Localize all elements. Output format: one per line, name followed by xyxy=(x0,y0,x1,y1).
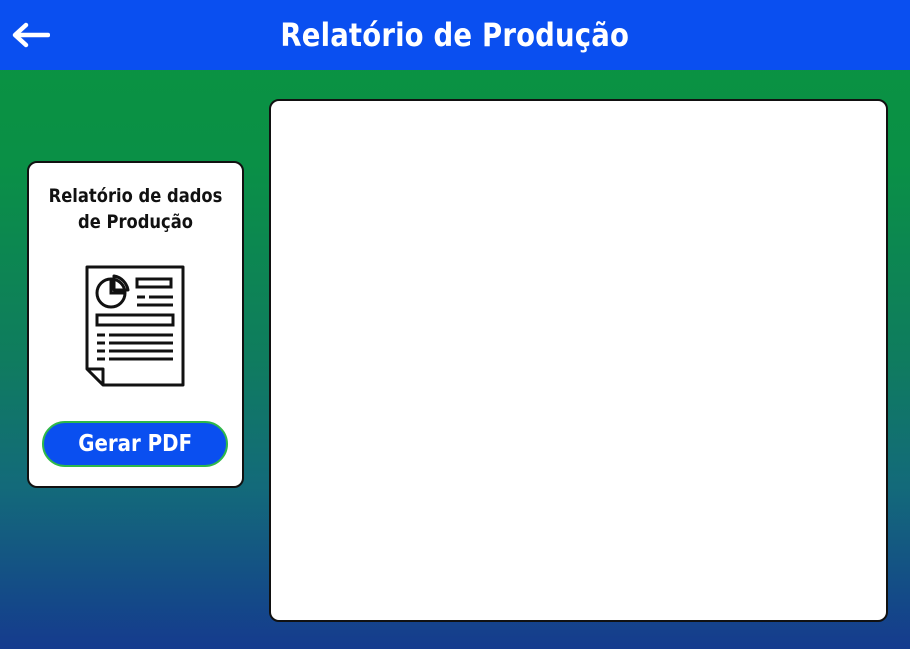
report-preview-panel xyxy=(269,99,888,622)
report-card-title-line2: de Produção xyxy=(78,211,193,233)
page-title: Relatório de Produção xyxy=(280,16,630,54)
report-card-title-line1: Relatório de dados xyxy=(48,185,223,207)
back-button[interactable] xyxy=(10,17,50,53)
report-card: Relatório de dados de Produção Gerar PDF xyxy=(27,161,244,488)
document-report-icon xyxy=(85,265,185,387)
top-bar: Relatório de Produção xyxy=(0,0,910,70)
generate-pdf-button-label: Gerar PDF xyxy=(78,431,192,457)
report-card-title: Relatório de dados de Produção xyxy=(44,183,227,235)
generate-pdf-button[interactable]: Gerar PDF xyxy=(42,421,228,467)
arrow-left-icon xyxy=(12,22,50,48)
